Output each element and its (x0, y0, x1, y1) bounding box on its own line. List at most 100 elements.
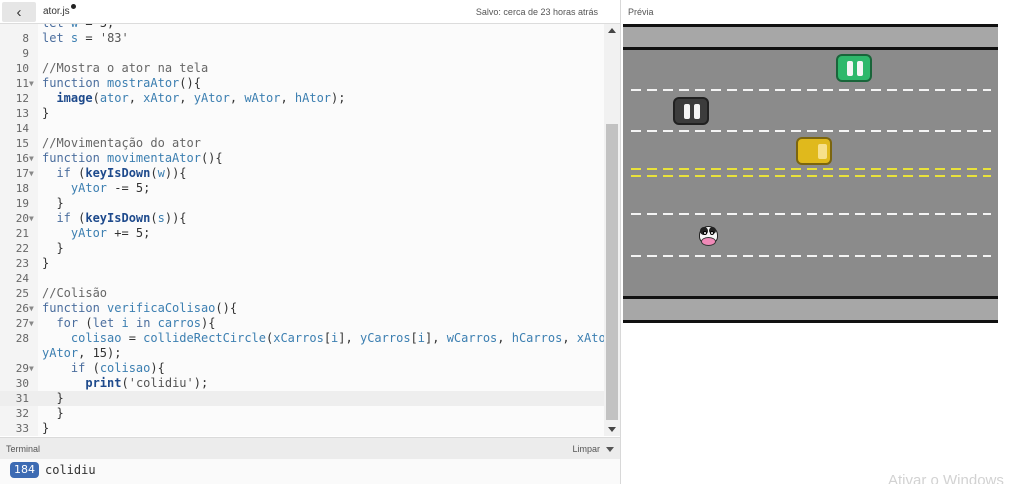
code-text: if (colisao){ (70, 361, 165, 375)
code-line[interactable]: 31 } (0, 391, 604, 406)
line-number: 13 (15, 107, 29, 120)
code-text: //Movimentação do ator (42, 136, 201, 150)
code-line[interactable]: 15 //Movimentação do ator (0, 136, 604, 151)
code-line[interactable]: 19 } (0, 196, 604, 211)
code-line[interactable]: 14 (0, 121, 604, 136)
line-number: 29 (15, 362, 29, 375)
code-line[interactable]: 30 print('colidiu'); (0, 376, 604, 391)
lane-divider (631, 89, 991, 91)
line-number: 11 (15, 77, 29, 90)
line-number: 20 (15, 212, 29, 225)
unsaved-dot-icon (71, 4, 76, 9)
line-number: 33 (15, 422, 29, 435)
code-text: if (keyIsDown(w)){ (56, 166, 187, 180)
fold-arrow-icon[interactable]: ▼ (29, 361, 37, 376)
line-number: 23 (15, 257, 29, 270)
code-line[interactable]: 9 (0, 46, 604, 61)
terminal-message: colidiu (45, 463, 96, 477)
lane-divider (631, 130, 991, 132)
code-line[interactable]: 17 ▼ if (keyIsDown(w)){ (0, 166, 604, 181)
code-line[interactable]: 27 ▼ for (let i in carros){ (0, 316, 604, 331)
activation-watermark: Ativar o Windows (888, 472, 1004, 484)
code-line[interactable]: let w = 5; (0, 24, 604, 31)
code-text: let w = 5; (42, 24, 114, 31)
center-line-yellow (631, 168, 991, 170)
fold-arrow-icon[interactable]: ▼ (29, 151, 37, 166)
code-text: print('colidiu'); (85, 376, 209, 390)
line-number: 24 (15, 272, 29, 285)
code-line[interactable]: 29 ▼ if (colisao){ (0, 361, 604, 376)
code-line[interactable]: 8 let s = '83' (0, 31, 604, 46)
code-line[interactable]: yAtor, 15); (0, 346, 604, 361)
line-number: 31 (15, 392, 29, 405)
code-editor[interactable]: let w = 5; 8 let s = '83' 9 10 //Mostra o ato… (0, 24, 604, 436)
code-line[interactable]: 33} (0, 421, 604, 436)
editor-scrollbar[interactable] (604, 24, 620, 436)
fold-arrow-icon[interactable]: ▼ (29, 211, 37, 226)
line-number: 10 (15, 62, 29, 75)
line-number: 28 (15, 332, 29, 345)
car-yellow (796, 137, 832, 165)
line-number: 14 (15, 122, 29, 135)
code-line[interactable]: 28 colisao = collideRectCircle(xCarros[i… (0, 331, 604, 346)
message-count-badge: 184 (10, 462, 39, 478)
chevron-down-icon[interactable] (606, 447, 614, 452)
fold-arrow-icon[interactable]: ▼ (29, 166, 37, 181)
code-line[interactable]: 32 } (0, 406, 604, 421)
scroll-up-icon[interactable] (608, 28, 616, 33)
terminal-label: Terminal (6, 444, 41, 454)
line-number: 27 (15, 317, 29, 330)
line-number: 16 (15, 152, 29, 165)
line-number: 22 (15, 242, 29, 255)
code-line[interactable]: 18 yAtor -= 5; (0, 181, 604, 196)
code-text: } (42, 421, 50, 435)
code-text: colisao = collideRectCircle(xCarros[i], … (70, 331, 604, 345)
line-number: 32 (15, 407, 29, 420)
code-line[interactable]: 23} (0, 256, 604, 271)
scroll-down-icon[interactable] (608, 427, 616, 432)
scrollbar-thumb[interactable] (606, 124, 618, 420)
code-line[interactable]: 12 image(ator, xAtor, yAtor, wAtor, hAto… (0, 91, 604, 106)
code-line[interactable]: 26 ▼ function verificaColisao(){ (0, 301, 604, 316)
code-text: function verificaColisao(){ (42, 301, 238, 315)
code-text: yAtor += 5; (70, 226, 151, 240)
line-number: 12 (15, 92, 29, 105)
code-text: function mostraAtor(){ (42, 76, 201, 90)
center-line-yellow (631, 175, 991, 177)
code-text: if (keyIsDown(s)){ (56, 211, 187, 225)
code-text: } (42, 391, 64, 405)
line-number: 9 (22, 47, 29, 60)
code-line[interactable]: 20 ▼ if (keyIsDown(s)){ (0, 211, 604, 226)
code-text: } (42, 196, 64, 210)
road-edge-bottom-outer (623, 320, 998, 323)
chevron-left-icon: ‹ (16, 3, 22, 21)
code-line[interactable]: 21 yAtor += 5; (0, 226, 604, 241)
code-line[interactable]: 25 //Colisão (0, 286, 604, 301)
code-line[interactable]: 13} (0, 106, 604, 121)
code-line[interactable]: 24 (0, 271, 604, 286)
code-text: //Colisão (42, 286, 108, 300)
back-button[interactable]: ‹ (2, 2, 36, 22)
code-text: } (42, 406, 64, 420)
preview-canvas[interactable] (623, 24, 998, 323)
lane-divider (631, 255, 991, 257)
terminal-output: 184 colidiu (0, 459, 620, 484)
fold-arrow-icon[interactable]: ▼ (29, 76, 37, 91)
code-line[interactable]: 11 ▼ function mostraAtor(){ (0, 76, 604, 91)
road-edge-top (623, 47, 998, 50)
panel-divider[interactable] (620, 0, 621, 484)
clear-button[interactable]: Limpar (572, 444, 600, 454)
code-line[interactable]: 16 ▼ function movimentaAtor(){ (0, 151, 604, 166)
file-tab[interactable]: ator.js (43, 6, 70, 17)
fold-arrow-icon[interactable]: ▼ (29, 316, 37, 331)
line-number: 17 (15, 167, 29, 180)
fold-arrow-icon[interactable]: ▼ (29, 301, 37, 316)
code-text: yAtor, 15); (42, 346, 122, 360)
code-text: } (42, 241, 64, 255)
car-green (836, 54, 872, 82)
code-text: let s = '83' (42, 31, 129, 45)
code-line[interactable]: 22 } (0, 241, 604, 256)
car-black (673, 97, 709, 125)
line-number: 21 (15, 227, 29, 240)
code-line[interactable]: 10 //Mostra o ator na tela (0, 61, 604, 76)
